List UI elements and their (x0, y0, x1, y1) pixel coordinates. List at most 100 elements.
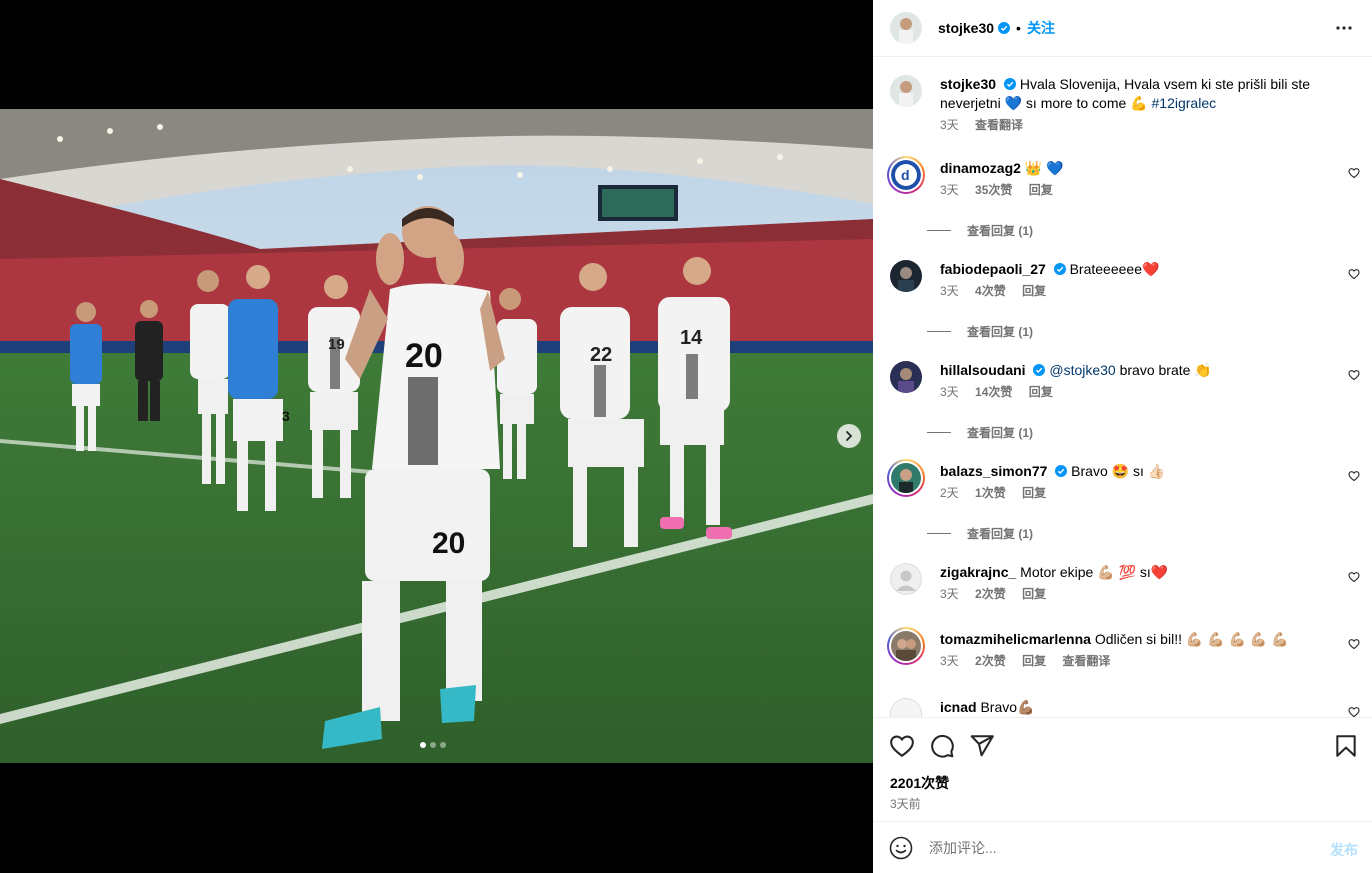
comment-composer: 发布 (873, 821, 1372, 873)
avatar[interactable] (890, 698, 922, 717)
comment-icon[interactable] (929, 733, 955, 759)
heart-icon[interactable] (1348, 706, 1360, 717)
comment-username[interactable]: balazs_simon77 (940, 463, 1047, 479)
carousel-dot (440, 742, 446, 748)
heart-icon[interactable] (1348, 167, 1360, 179)
comment-item: icnad Bravo💪🏽 (890, 698, 1360, 717)
post-comment-button[interactable]: 发布 (1330, 840, 1358, 860)
comment-time[interactable]: 3天 (940, 284, 959, 298)
avatar[interactable] (890, 12, 922, 44)
verified-icon (998, 22, 1011, 34)
post-timestamp[interactable]: 3天前 (890, 795, 921, 812)
verified-icon (1033, 364, 1046, 376)
comment-text: Brateeeeee❤️ (1069, 261, 1160, 277)
avatar[interactable] (890, 260, 922, 292)
view-replies-button[interactable]: 查看回复 (1) (927, 424, 1033, 441)
emoji-icon[interactable] (889, 836, 913, 860)
comment-item: tomazmihelicmarlenna Odličen si bil!! 💪🏼… (887, 627, 1360, 670)
reply-button[interactable]: 回复 (1029, 385, 1053, 399)
comment-username[interactable]: icnad (940, 699, 977, 715)
post-header: stojke30 • 关注 (873, 0, 1372, 57)
heart-icon[interactable] (1348, 470, 1360, 482)
comment-item: d dinamozag2 👑 💙 3天 35次赞 回复 (887, 156, 1360, 199)
jersey-number-14: 14 (680, 327, 703, 349)
comment-time[interactable]: 3天 (940, 385, 959, 399)
view-replies-button[interactable]: 查看回复 (1) (927, 525, 1033, 542)
view-replies-label: 查看回复 (1) (967, 325, 1034, 339)
story-ring[interactable] (887, 627, 925, 665)
comment-username[interactable]: hillalsoudani (940, 362, 1026, 378)
view-replies-button[interactable]: 查看回复 (1) (927, 323, 1033, 340)
share-icon[interactable] (969, 733, 995, 759)
post-actions: 2201次赞 3天前 (873, 717, 1372, 821)
comment-username[interactable]: fabiodepaoli_27 (940, 261, 1046, 277)
follow-button[interactable]: 关注 (1027, 18, 1055, 38)
heart-icon[interactable] (1348, 369, 1360, 381)
comment-likes[interactable]: 35次赞 (975, 183, 1012, 197)
separator: • (1016, 20, 1021, 36)
comment-username[interactable]: tomazmihelicmarlenna (940, 631, 1091, 647)
post-panel: stojke30 • 关注 stojke30 Hvala Slovenija, … (873, 0, 1372, 873)
caption-time[interactable]: 3天 (940, 118, 959, 132)
comment-likes[interactable]: 2次赞 (975, 587, 1006, 601)
post-photo[interactable]: 3 19 22 14 20 20 (0, 109, 873, 763)
verified-icon (1053, 263, 1066, 275)
story-ring[interactable]: d (887, 156, 925, 194)
story-ring[interactable] (887, 459, 925, 497)
comment-text: Motor ekipe 💪🏼 💯 sı❤️ (1020, 564, 1169, 580)
avatar[interactable] (890, 75, 922, 107)
reply-button[interactable]: 回复 (1022, 587, 1046, 601)
comment-item: zigakrajnc_ Motor ekipe 💪🏼 💯 sı❤️ 3天 2次赞… (890, 563, 1360, 603)
heart-icon[interactable] (889, 733, 915, 759)
comment-text: 👑 💙 (1024, 160, 1064, 176)
caption: stojke30 Hvala Slovenija, Hvala vsem ki … (890, 75, 1360, 135)
see-translation-button[interactable]: 查看翻译 (1062, 654, 1110, 668)
comment-likes[interactable]: 1次赞 (975, 486, 1006, 500)
jersey-number-22: 22 (590, 344, 612, 366)
view-replies-button[interactable]: 查看回复 (1) (927, 222, 1033, 239)
comment-username[interactable]: dinamozag2 (940, 160, 1021, 176)
reply-button[interactable]: 回复 (1022, 486, 1046, 500)
comment-likes[interactable]: 4次赞 (975, 284, 1006, 298)
comment-time[interactable]: 3天 (940, 587, 959, 601)
view-replies-label: 查看回复 (1) (967, 426, 1034, 440)
comment-time[interactable]: 3天 (940, 183, 959, 197)
avatar (891, 631, 921, 661)
comment-time[interactable]: 3天 (940, 654, 959, 668)
comment-input[interactable] (929, 836, 1309, 860)
caption-username[interactable]: stojke30 (940, 76, 996, 92)
view-replies-label: 查看回复 (1) (967, 527, 1034, 541)
hashtag-link[interactable]: #12igralec (1152, 95, 1217, 111)
likes-count[interactable]: 2201次赞 (890, 773, 949, 793)
avatar[interactable] (890, 563, 922, 595)
chevron-right-icon (846, 431, 853, 441)
more-options-icon[interactable] (1334, 18, 1354, 38)
comment-username[interactable]: zigakrajnc_ (940, 564, 1016, 580)
comment-text: bravo brate 👏 (1119, 362, 1212, 378)
comments-list[interactable]: stojke30 Hvala Slovenija, Hvala vsem ki … (873, 58, 1372, 717)
heart-icon[interactable] (1348, 268, 1360, 280)
svg-text:3: 3 (282, 408, 290, 424)
heart-icon[interactable] (1348, 638, 1360, 650)
comment-item: fabiodepaoli_27 Brateeeeee❤️ 3天 4次赞 回复 (890, 260, 1360, 300)
author-username[interactable]: stojke30 (938, 20, 994, 36)
avatar[interactable] (890, 361, 922, 393)
bookmark-icon[interactable] (1333, 733, 1359, 759)
mention-link[interactable]: @stojke30 (1049, 362, 1115, 378)
heart-icon[interactable] (1348, 571, 1360, 583)
verified-icon (1055, 465, 1068, 477)
reply-button[interactable]: 回复 (1022, 284, 1046, 298)
reply-button[interactable]: 回复 (1029, 183, 1053, 197)
comment-time[interactable]: 2天 (940, 486, 959, 500)
comment-likes[interactable]: 2次赞 (975, 654, 1006, 668)
next-slide-button[interactable] (837, 424, 861, 448)
comment-likes[interactable]: 14次赞 (975, 385, 1012, 399)
see-translation-button[interactable]: 查看翻译 (975, 118, 1023, 132)
avatar (891, 463, 921, 493)
comment-item: hillalsoudani @stojke30 bravo brate 👏 3天… (890, 361, 1360, 401)
caption-text: Hvala Slovenija, Hvala vsem ki ste prišl… (940, 76, 1311, 111)
shorts-number-20: 20 (432, 527, 465, 560)
carousel-dot (430, 742, 436, 748)
post-media: 3 19 22 14 20 20 (0, 0, 873, 873)
reply-button[interactable]: 回复 (1022, 654, 1046, 668)
